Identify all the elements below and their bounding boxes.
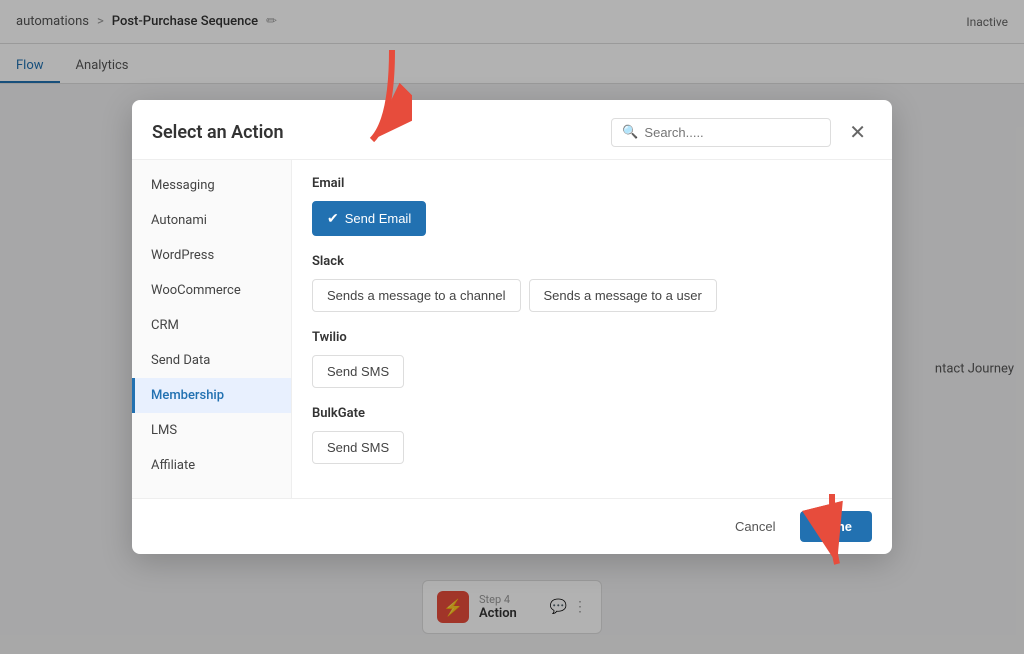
slack-actions: Sends a message to a channel Sends a mes… — [312, 279, 872, 312]
twilio-sms-button[interactable]: Send SMS — [312, 355, 404, 388]
sidebar-item-wordpress[interactable]: WordPress — [132, 238, 291, 273]
sidebar-item-crm[interactable]: CRM — [132, 308, 291, 343]
sidebar-item-messaging[interactable]: Messaging — [132, 168, 291, 203]
modal-header: Select an Action 🔍 ✕ — [132, 100, 892, 160]
sidebar-item-membership[interactable]: Membership — [132, 378, 291, 413]
modal-title: Select an Action — [152, 122, 599, 143]
search-box[interactable]: 🔍 — [611, 118, 831, 147]
close-button[interactable]: ✕ — [843, 121, 872, 145]
sidebar-item-woocommerce[interactable]: WooCommerce — [132, 273, 291, 308]
done-button[interactable]: Done — [800, 511, 873, 542]
modal-content-area: Email ✔ Send Email Slack Sends a message… — [292, 160, 892, 498]
email-actions: ✔ Send Email — [312, 201, 872, 236]
send-email-button[interactable]: ✔ Send Email — [312, 201, 426, 236]
slack-user-label: Sends a message to a user — [544, 288, 702, 303]
bulkgate-sms-button[interactable]: Send SMS — [312, 431, 404, 464]
slack-user-button[interactable]: Sends a message to a user — [529, 279, 717, 312]
search-icon: 🔍 — [622, 125, 638, 140]
modal-sidebar: Messaging Autonami WordPress WooCommerce… — [132, 160, 292, 498]
bulkgate-actions: Send SMS — [312, 431, 872, 464]
modal-footer: Cancel Done — [132, 498, 892, 554]
select-action-modal: Select an Action 🔍 ✕ Messaging Autonami … — [132, 100, 892, 554]
sidebar-item-autonami[interactable]: Autonami — [132, 203, 291, 238]
twilio-actions: Send SMS — [312, 355, 872, 388]
twilio-sms-label: Send SMS — [327, 364, 389, 379]
slack-channel-label: Sends a message to a channel — [327, 288, 506, 303]
slack-channel-button[interactable]: Sends a message to a channel — [312, 279, 521, 312]
modal-overlay: Select an Action 🔍 ✕ Messaging Autonami … — [0, 0, 1024, 654]
send-email-label: Send Email — [345, 211, 411, 226]
bulkgate-sms-label: Send SMS — [327, 440, 389, 455]
section-title-email: Email — [312, 176, 872, 191]
section-title-bulkgate: BulkGate — [312, 406, 872, 421]
sidebar-item-lms[interactable]: LMS — [132, 413, 291, 448]
cancel-button[interactable]: Cancel — [721, 511, 789, 542]
modal-body: Messaging Autonami WordPress WooCommerce… — [132, 160, 892, 498]
sidebar-item-affiliate[interactable]: Affiliate — [132, 448, 291, 483]
sidebar-item-senddata[interactable]: Send Data — [132, 343, 291, 378]
search-input[interactable] — [644, 125, 820, 140]
section-title-twilio: Twilio — [312, 330, 872, 345]
section-title-slack: Slack — [312, 254, 872, 269]
checkmark-icon: ✔ — [327, 210, 339, 227]
